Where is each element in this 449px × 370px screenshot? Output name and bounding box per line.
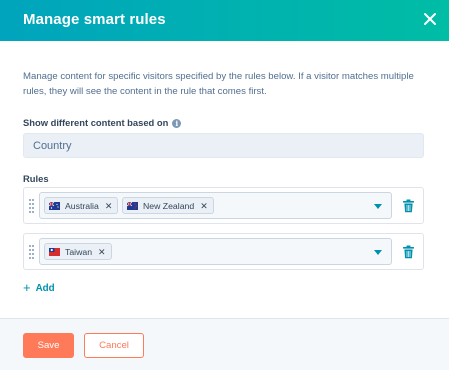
save-button[interactable]: Save [23, 333, 74, 358]
modal-body: Manage content for specific visitors spe… [0, 41, 449, 318]
rule-country-select[interactable]: Australia ✕ New Zealand ✕ [39, 192, 392, 219]
show-based-on-label: Show different content based on i [23, 117, 182, 128]
trash-icon[interactable] [402, 245, 415, 259]
smart-rules-modal: Manage smart rules Manage content for sp… [0, 0, 449, 370]
rules-label: Rules [23, 173, 49, 184]
cancel-button[interactable]: Cancel [84, 333, 144, 358]
country-tag: Australia ✕ [44, 197, 119, 214]
remove-tag-icon[interactable]: ✕ [105, 201, 113, 211]
country-tag-label: Australia [65, 201, 99, 211]
country-tag: New Zealand ✕ [122, 197, 214, 214]
chevron-down-icon[interactable] [374, 204, 382, 209]
modal-footer: Save Cancel [0, 318, 449, 370]
rule-card: Australia ✕ New Zealand ✕ [23, 187, 424, 224]
remove-tag-icon[interactable]: ✕ [200, 201, 208, 211]
plus-icon: + [23, 280, 31, 295]
add-rule-button[interactable]: + Add [23, 280, 55, 295]
taiwan-flag-icon [49, 248, 60, 256]
chevron-down-icon[interactable] [374, 250, 382, 255]
country-select[interactable]: Country [23, 133, 424, 158]
remove-tag-icon[interactable]: ✕ [98, 247, 106, 257]
country-tag-label: Taiwan [65, 247, 93, 257]
new-zealand-flag-icon [127, 202, 138, 210]
trash-icon[interactable] [402, 199, 415, 213]
australia-flag-icon [49, 202, 60, 210]
modal-title: Manage smart rules [23, 11, 166, 28]
info-icon[interactable]: i [172, 119, 182, 128]
rule-country-select[interactable]: Taiwan ✕ [39, 238, 392, 265]
drag-handle-icon[interactable] [29, 199, 35, 213]
add-rule-label: Add [35, 283, 55, 294]
drag-handle-icon[interactable] [29, 245, 35, 259]
close-icon[interactable] [420, 9, 440, 29]
show-based-on-label-text: Show different content based on [23, 117, 169, 128]
country-tag-label: New Zealand [143, 201, 195, 211]
country-tag: Taiwan ✕ [44, 243, 112, 260]
modal-header: Manage smart rules [0, 0, 449, 41]
modal-description: Manage content for specific visitors spe… [23, 71, 414, 97]
rule-card: Taiwan ✕ [23, 233, 424, 270]
